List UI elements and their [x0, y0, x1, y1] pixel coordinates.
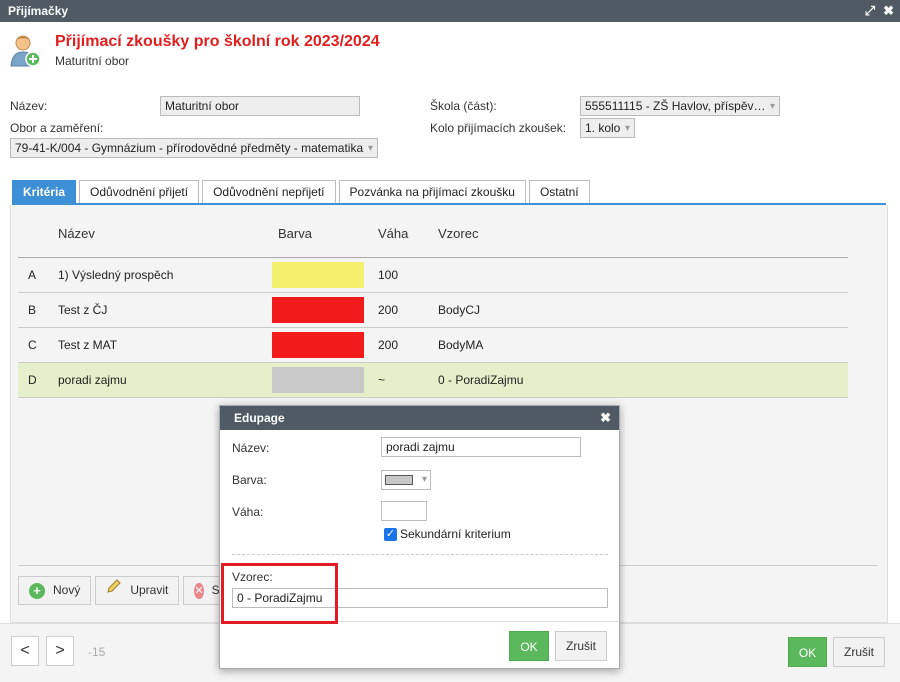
window-titlebar: Přijímačky ⤢ ✖ [0, 0, 900, 22]
edit-button-label: Upravit [130, 583, 169, 597]
dialog-barva-label: Barva: [232, 473, 267, 487]
kolo-select-value: 1. kolo [585, 121, 621, 135]
row-id: A [28, 268, 37, 282]
tab-pozvanka[interactable]: Pozvánka na přijímací zkoušku [338, 180, 526, 203]
row-weight: ~ [378, 373, 386, 387]
obor-select[interactable]: 79-41-K/004 - Gymnázium - přírodovědné p… [10, 138, 378, 158]
row-name: Test z ČJ [58, 303, 108, 317]
dialog-divider [232, 554, 608, 555]
kolo-label: Kolo přijímacích zkoušek: [430, 121, 567, 135]
maximize-icon[interactable]: ⤢ [865, 0, 875, 22]
dialog-ok-button[interactable]: OK [509, 631, 549, 661]
user-add-icon [10, 34, 42, 68]
table-row-selected[interactable]: D poradi zajmu ~ 0 - PoradiZajmu [18, 363, 848, 398]
row-weight: 100 [378, 268, 399, 282]
window-title: Přijímačky [8, 4, 69, 18]
new-button[interactable]: + Nový [18, 576, 92, 605]
row-color-swatch [272, 262, 364, 288]
dialog-color-picker[interactable]: ▾ [381, 470, 431, 490]
row-color-swatch [272, 297, 364, 323]
row-color-swatch [272, 367, 364, 393]
action-bar: + Nový Upravit ✕ S [18, 576, 228, 605]
dialog-titlebar: Edupage ✖ [220, 406, 619, 430]
dialog-color-swatch [385, 475, 413, 485]
skola-select[interactable]: 555511115 - ZŠ Havlov, příspěv… [580, 96, 780, 116]
table-row[interactable]: A 1) Výsledný prospěch 100 [18, 258, 848, 293]
col-header-formula: Vzorec [438, 226, 479, 241]
dialog-cancel-button[interactable]: Zrušit [555, 631, 607, 661]
row-name: Test z MAT [58, 338, 118, 352]
remove-icon: ✕ [194, 582, 204, 599]
row-name: poradi zajmu [58, 373, 127, 387]
new-button-label: Nový [53, 583, 81, 597]
ok-button[interactable]: OK [788, 637, 827, 667]
dialog-vaha-label: Váha: [232, 505, 264, 519]
row-formula: 0 - PoradiZajmu [438, 373, 524, 387]
secondary-criterion: ✓ Sekundární kriterium [384, 527, 511, 541]
page-title: Přijímací zkoušky pro školní rok 2023/20… [55, 33, 380, 50]
row-weight: 200 [378, 303, 399, 317]
secondary-label: Sekundární kriterium [400, 527, 511, 541]
skola-select-value: 555511115 - ZŠ Havlov, příspěv… [585, 99, 766, 113]
row-weight: 200 [378, 338, 399, 352]
skola-label: Škola (část): [430, 99, 497, 113]
obor-select-value: 79-41-K/004 - Gymnázium - přírodovědné p… [15, 141, 364, 155]
row-color-swatch [272, 332, 364, 358]
dialog-vaha-input[interactable] [381, 501, 427, 521]
page-info: -15 [88, 645, 106, 659]
col-header-color: Barva [278, 226, 312, 241]
edit-button[interactable]: Upravit [95, 576, 180, 605]
nazev-field[interactable]: Maturitní obor [160, 96, 360, 116]
table-row[interactable]: C Test z MAT 200 BodyMA [18, 328, 848, 363]
row-formula: BodyCJ [438, 303, 481, 317]
tab-kriteria[interactable]: Kritéria [12, 180, 77, 203]
row-id: D [28, 373, 37, 387]
row-id: C [28, 338, 37, 352]
chevron-down-icon: ▾ [421, 474, 427, 485]
edit-dialog: Edupage ✖ Název: poradi zajmu Barva: ▾ V… [219, 405, 620, 669]
pencil-icon [106, 577, 122, 604]
dialog-nazev-input[interactable]: poradi zajmu [381, 437, 581, 457]
table-row[interactable]: B Test z ČJ 200 BodyCJ [18, 293, 848, 328]
highlight-box [221, 563, 338, 624]
next-button[interactable]: > [46, 636, 74, 666]
nazev-label: Název: [10, 99, 48, 113]
dialog-nazev-label: Název: [232, 441, 270, 455]
cancel-button[interactable]: Zrušit [833, 637, 885, 667]
row-formula: BodyMA [438, 338, 484, 352]
col-header-name: Název [58, 226, 95, 241]
tab-bar: Kritéria Odůvodnění přijetí Odůvodnění n… [12, 180, 590, 203]
row-name: 1) Výsledný prospěch [58, 268, 174, 282]
plus-icon: + [29, 582, 45, 599]
col-header-weight: Váha [378, 226, 409, 241]
page-subtitle: Maturitní obor [55, 54, 130, 68]
obor-label: Obor a zaměření: [10, 121, 104, 135]
secondary-checkbox[interactable]: ✓ [384, 527, 397, 541]
tab-oduvodneni-prijeti[interactable]: Odůvodnění přijetí [79, 180, 200, 203]
tab-ostatni[interactable]: Ostatní [528, 180, 590, 203]
close-icon[interactable]: ✖ [883, 0, 894, 22]
dialog-title: Edupage [234, 411, 285, 425]
kolo-select[interactable]: 1. kolo [580, 118, 635, 138]
row-id: B [28, 303, 37, 317]
prev-button[interactable]: < [11, 636, 39, 666]
dialog-close-icon[interactable]: ✖ [600, 406, 611, 430]
tab-oduvodneni-neprijeti[interactable]: Odůvodnění nepřijetí [202, 180, 336, 203]
